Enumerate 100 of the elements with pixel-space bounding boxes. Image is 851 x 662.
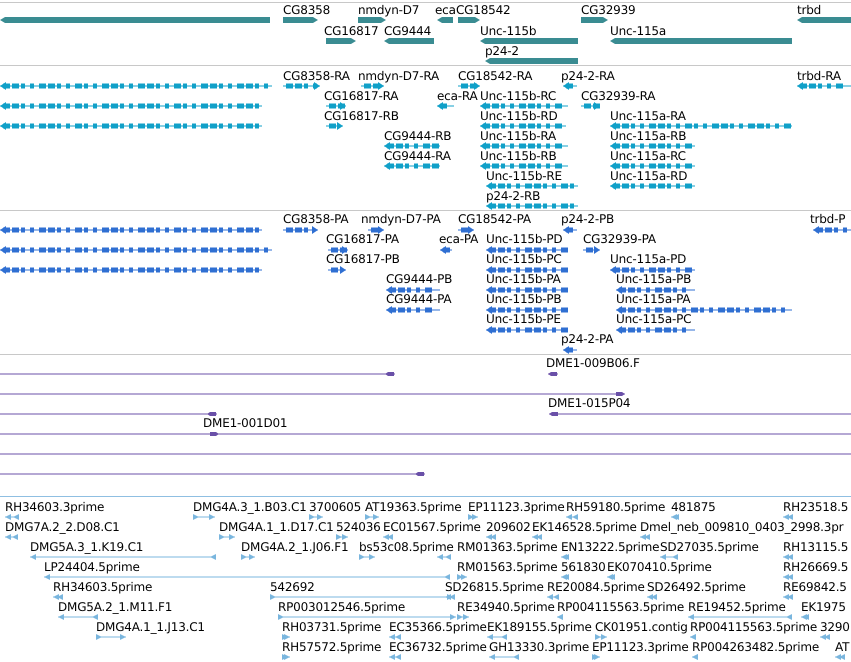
feature-label: DMG5A.3_1.K19.C1 — [30, 540, 144, 554]
feature-label: RH26669.5 — [783, 560, 848, 574]
feature-label: CG16817-PA — [326, 232, 399, 246]
feature-label: 209602 — [486, 520, 531, 534]
feature-label: 561830 — [561, 560, 606, 574]
feature-label: RH34603.3prime — [5, 500, 104, 514]
feature-label: SD27035.5prime — [660, 540, 759, 554]
feature-label: RH23518.5 — [783, 500, 848, 514]
feature-label: DME1-015P04 — [548, 396, 630, 410]
feature-label: 542692 — [270, 580, 315, 594]
feature-label: CG16817 — [324, 24, 378, 38]
feature-label: Unc-115a — [610, 24, 666, 38]
feature-label: CK01951.contig — [595, 620, 688, 634]
feature-label: Unc-115a-PA — [616, 292, 690, 306]
feature-label: RP004263482.5prime — [692, 640, 820, 654]
feature-label: nmdyn-D7-PA — [361, 212, 441, 226]
feature-label: DMG4A.1_1.J13.C1 — [96, 620, 205, 634]
feature-label: LP24404.5prime — [44, 560, 140, 574]
feature-label: CG9444 — [384, 24, 432, 38]
feature-label: CG18542 — [456, 3, 510, 17]
feature-label: GH13330.3prime — [489, 640, 590, 654]
feature-label: RE19452.5prime — [688, 600, 786, 614]
feature-label: Dmel_neb_009810_0403_2998.3pr — [640, 520, 844, 534]
feature-label: RE20084.5prime — [547, 580, 645, 594]
feature-label: Unc-115a-RD — [610, 169, 688, 183]
feature-label: CG16817-PB — [326, 252, 400, 266]
feature-label: RH13115.5 — [783, 540, 848, 554]
feature-label: DMG5A.2_1.M11.F1 — [58, 600, 172, 614]
feature-label: EP11123.3prime — [468, 500, 565, 514]
feature-label: CG9444-PA — [386, 292, 452, 306]
feature-label: trbd-P — [810, 212, 846, 226]
feature-label: RH59180.5prime — [566, 500, 666, 514]
feature-label: Unc-115b-RB — [480, 149, 557, 163]
feature-label: RH03731.5prime — [282, 620, 382, 634]
feature-label: eca — [435, 3, 456, 17]
feature-label: RM01363.5prime — [457, 540, 558, 554]
feature-label: trbd-RA — [797, 69, 841, 83]
feature-label: p24-2-RA — [561, 69, 615, 83]
feature-label: Unc-115b-PB — [486, 292, 562, 306]
feature-label: EK189155.5prime — [487, 620, 592, 634]
feature-label: RE34940.5prime — [457, 600, 555, 614]
feature-label: EC36732.5prime — [389, 640, 487, 654]
feature-label: EC01567.5prime — [383, 520, 481, 534]
feature-label: nmdyn-D7 — [358, 3, 420, 17]
feature-label: DMG4A.3_1.B03.C1 — [193, 500, 307, 514]
feature-label: bs53c08.5prime — [359, 540, 454, 554]
feature-label: SD26492.5prime — [647, 580, 746, 594]
feature-label: EN13222.5prime — [561, 540, 660, 554]
feature-label: CG32939-RA — [581, 89, 656, 103]
feature-label: Unc-115a-RB — [610, 129, 686, 143]
feature-label: AT — [835, 640, 850, 654]
feature-label: 3700605 — [309, 500, 362, 514]
feature-label: EK070410.5prime — [607, 560, 712, 574]
feature-label: Unc-115b-PA — [486, 272, 561, 286]
feature-label: RP003012546.5prime — [278, 600, 406, 614]
feature-label: 524036 — [336, 520, 381, 534]
feature-label: Unc-115a-PD — [610, 252, 686, 266]
feature-label: CG18542-RA — [458, 69, 532, 83]
feature-label: Unc-115a-PB — [616, 272, 692, 286]
feature-label: RE69842.5 — [783, 580, 847, 594]
feature-label: RH34603.5prime — [53, 580, 152, 594]
feature-label: p24-2-PA — [561, 332, 614, 346]
feature-label: eca-PA — [439, 232, 478, 246]
feature-label: nmdyn-D7-RA — [358, 69, 440, 83]
feature-label: 3290 — [820, 620, 850, 634]
feature-label: DMG4A.2_1.J06.F1 — [241, 540, 348, 554]
feature-label: RM01563.5prime — [457, 560, 558, 574]
feature-label: Unc-115a-PC — [616, 312, 692, 326]
feature-label: Unc-115b-RD — [480, 109, 558, 123]
feature-label: Unc-115a-RC — [610, 149, 686, 163]
feature-label: Unc-115b — [480, 24, 536, 38]
feature-label: RH57572.5prime — [282, 640, 382, 654]
feature-label: DME1-001D01 — [203, 416, 288, 430]
feature-label: DMG4A.1_1.D17.C1 — [219, 520, 334, 534]
feature-label: 481875 — [671, 500, 716, 514]
feature-label: p24-2-PB — [561, 212, 614, 226]
feature-label: p24-2-RB — [486, 189, 540, 203]
feature-label: CG8358 — [283, 3, 330, 17]
feature-label: Unc-115b-RA — [480, 129, 556, 143]
feature-label: CG8358-RA — [283, 69, 350, 83]
feature-label: Unc-115b-RE — [486, 169, 562, 183]
feature-label: EK146528.5prime — [532, 520, 637, 534]
feature-label: Unc-115b-RC — [480, 89, 556, 103]
feature-label: Unc-115b-PD — [486, 232, 562, 246]
feature-label: EP11123.3prime — [592, 640, 689, 654]
feature-label: Unc-115b-PE — [486, 312, 561, 326]
feature-label: CG32939 — [581, 3, 636, 17]
feature-label: CG9444-RB — [384, 129, 452, 143]
feature-label: CG9444-PB — [386, 272, 452, 286]
feature-label: AT19363.5prime — [365, 500, 462, 514]
feature-label: SD26815.5prime — [445, 580, 544, 594]
feature-label: CG16817-RB — [324, 109, 399, 123]
feature-label: CG18542-PA — [458, 212, 531, 226]
feature-label: EK1975 — [801, 600, 846, 614]
feature-label: RP004115563.5prime — [557, 600, 684, 614]
feature-label: CG16817-RA — [324, 89, 398, 103]
feature-label: EC35366.5prime — [389, 620, 487, 634]
feature-label: trbd — [797, 3, 822, 17]
feature-label: RP004115563.5prime — [690, 620, 818, 634]
feature-label: DME1-009B06.F — [546, 356, 640, 370]
